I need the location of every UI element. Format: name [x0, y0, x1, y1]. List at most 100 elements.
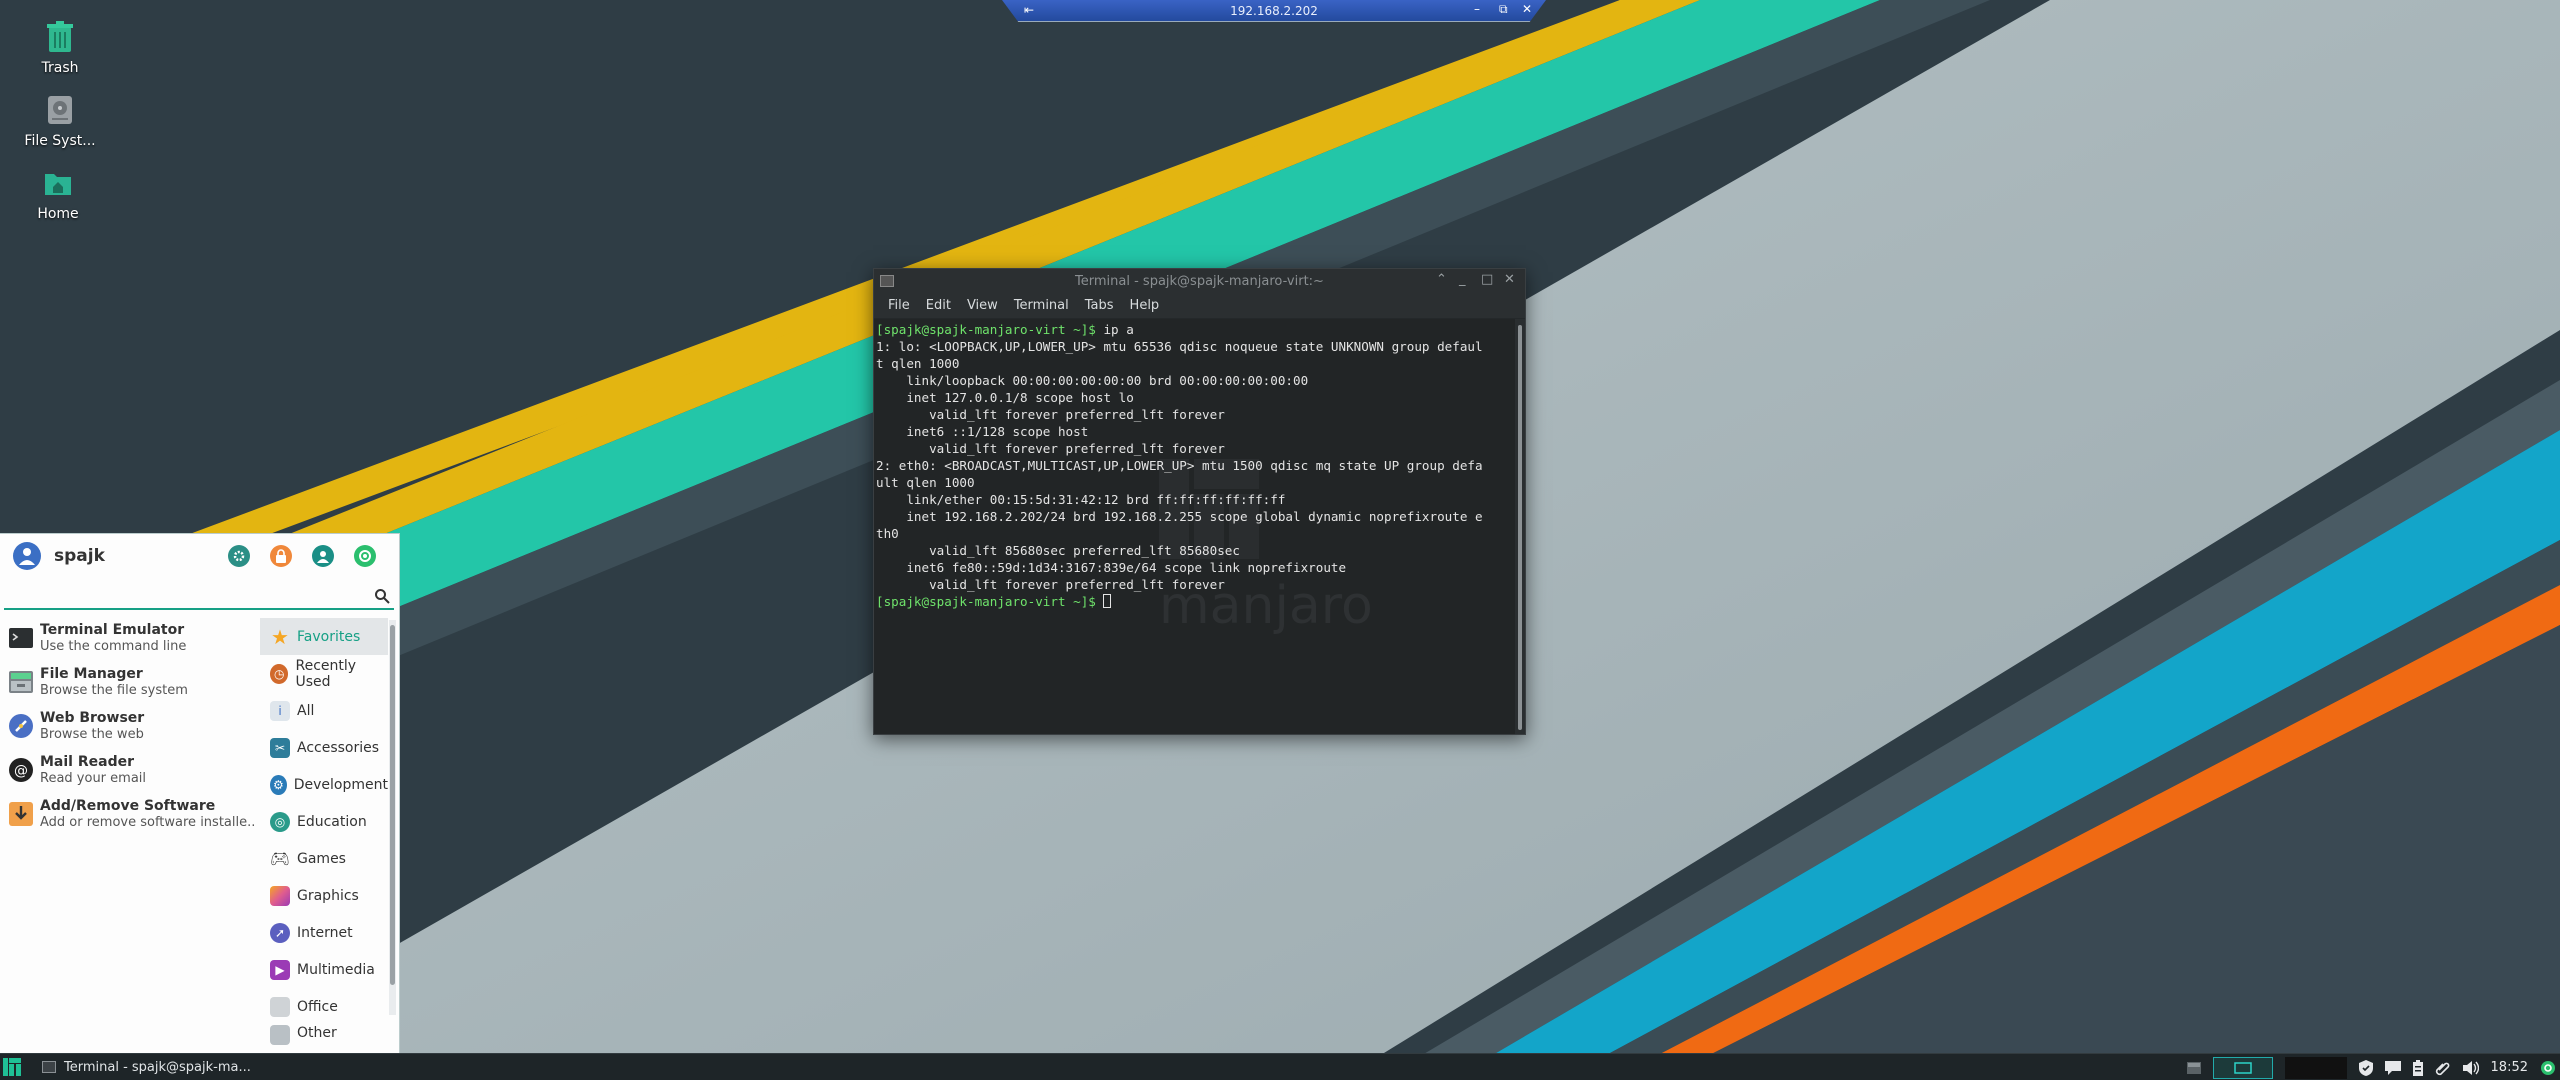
category-label: Accessories	[297, 739, 380, 756]
scrollbar-thumb[interactable]	[390, 625, 395, 985]
app-name: Web Browser	[40, 710, 145, 726]
category-label: Multimedia	[297, 961, 375, 978]
workspace-1[interactable]	[2212, 1056, 2273, 1079]
username: spajk	[54, 546, 105, 566]
list-item[interactable]: @ Mail Reader Read your email	[0, 750, 258, 794]
close-icon[interactable]: ✕	[1522, 2, 1532, 16]
category-games[interactable]: 🎮︎ Games	[260, 840, 388, 877]
switch-user-button[interactable]	[312, 545, 334, 567]
favorites-list: Terminal Emulator Use the command line F…	[0, 618, 258, 838]
menu-terminal[interactable]: Terminal	[1006, 295, 1077, 318]
remote-connection-bar: ⇤ 192.168.2.202 – ⧉ ✕	[1002, 0, 1546, 22]
settings-manager-button[interactable]	[228, 545, 250, 567]
category-scrollbar[interactable]	[389, 620, 396, 1015]
search-icon[interactable]	[374, 588, 390, 604]
svg-text:@: @	[14, 763, 28, 779]
terminal-icon	[9, 628, 33, 648]
category-label: Recently Used	[295, 657, 357, 690]
category-all[interactable]: i All	[260, 692, 388, 729]
avatar	[13, 542, 41, 570]
menu-tabs[interactable]: Tabs	[1077, 295, 1122, 318]
gamepad-icon: 🎮︎	[269, 849, 291, 868]
system-tray: 18:52	[2175, 1054, 2560, 1080]
shell-prompt: [spajk@spajk-manjaro-virt ~]$	[876, 322, 1096, 337]
menu-edit[interactable]: Edit	[918, 295, 959, 318]
shield-icon[interactable]	[2358, 1059, 2373, 1076]
category-label: All	[297, 702, 315, 719]
workspace-2[interactable]	[2284, 1056, 2347, 1079]
restore-icon[interactable]: ⧉	[1499, 2, 1508, 17]
category-accessories[interactable]: ✂ Accessories	[260, 729, 388, 766]
terminal-window[interactable]: Terminal - spajk@spajk-manjaro-virt:~ ⌃ …	[873, 268, 1526, 735]
clock[interactable]: 18:52	[2491, 1060, 2528, 1075]
paperclip-icon[interactable]	[2435, 1060, 2451, 1076]
chat-icon[interactable]	[2384, 1060, 2401, 1075]
category-office[interactable]: Office	[260, 988, 388, 1025]
show-desktop-icon[interactable]	[2186, 1061, 2201, 1074]
app-description: Read your email	[40, 771, 147, 786]
education-icon: ◎	[270, 811, 290, 832]
app-description: Use the command line	[40, 639, 187, 654]
minimize-icon[interactable]: _	[1459, 272, 1466, 287]
desktop-icon-label: Trash	[41, 60, 79, 76]
terminal-menubar: File Edit View Terminal Tabs Help	[874, 295, 1525, 319]
app-name: Terminal Emulator	[40, 622, 185, 638]
list-item[interactable]: Add/Remove Software Add or remove softwa…	[0, 794, 258, 838]
category-favorites[interactable]: ★ Favorites	[260, 618, 388, 655]
desktop-icon-trash[interactable]: Trash	[10, 20, 110, 76]
menu-file[interactable]: File	[880, 295, 918, 318]
category-recently-used[interactable]: ◷ Recently Used	[260, 655, 388, 692]
command-output: 1: lo: <LOOPBACK,UP,LOWER_UP> mtu 65536 …	[876, 339, 1483, 592]
terminal-scrollbar[interactable]	[1515, 319, 1525, 734]
list-item[interactable]: Terminal Emulator Use the command line	[0, 618, 258, 662]
remote-host-address: 192.168.2.202	[1230, 4, 1318, 18]
category-label: Office	[297, 998, 338, 1015]
category-graphics[interactable]: Graphics	[260, 877, 388, 914]
lock-screen-button[interactable]	[270, 545, 292, 567]
category-label: Education	[297, 813, 367, 830]
desktop-icon-home[interactable]: Home	[8, 166, 108, 222]
category-development[interactable]: ⚙ Development	[260, 766, 388, 803]
category-label: Favorites	[297, 628, 361, 645]
category-multimedia[interactable]: ▶ Multimedia	[260, 951, 388, 988]
software-install-icon	[9, 802, 33, 826]
web-browser-icon	[9, 714, 33, 738]
scrollbar-thumb[interactable]	[1518, 325, 1522, 730]
volume-icon[interactable]	[2462, 1060, 2479, 1075]
desktop-icon-filesystem[interactable]: File Syst...	[10, 93, 110, 149]
list-item[interactable]: File Manager Browse the file system	[0, 662, 258, 706]
category-education[interactable]: ◎ Education	[260, 803, 388, 840]
category-label: Internet	[297, 924, 353, 941]
minimize-icon[interactable]: –	[1474, 2, 1480, 16]
desktop-icon-label: File Syst...	[24, 133, 96, 149]
logout-button[interactable]	[354, 545, 376, 567]
shade-icon[interactable]: ⌃	[1436, 272, 1447, 287]
power-icon	[359, 550, 371, 562]
clipboard-icon[interactable]	[2412, 1059, 2423, 1076]
category-other[interactable]: Other	[260, 1025, 388, 1047]
app-name: Mail Reader	[40, 754, 134, 770]
terminal-screen[interactable]: manjaro [spajk@spajk-manjaro-virt ~]$ ip…	[874, 319, 1515, 734]
taskbar-button-terminal[interactable]: Terminal - spajk@spajk-ma...	[36, 1056, 257, 1078]
maximize-icon[interactable]: □	[1481, 272, 1493, 287]
close-icon[interactable]: ✕	[1504, 272, 1515, 287]
menu-help[interactable]: Help	[1122, 295, 1168, 318]
trash-icon	[43, 20, 77, 54]
search-input[interactable]	[4, 584, 394, 610]
category-label: Games	[297, 850, 346, 867]
list-item[interactable]: Web Browser Browse the web	[0, 706, 258, 750]
bottom-panel: Terminal - spajk@spajk-ma... 18:52	[0, 1053, 2560, 1080]
manjaro-menu-icon[interactable]	[3, 1058, 21, 1076]
internet-icon: ➚	[270, 922, 290, 943]
menu-header: spajk	[0, 534, 399, 580]
terminal-titlebar[interactable]: Terminal - spajk@spajk-manjaro-virt:~ ⌃ …	[874, 269, 1525, 295]
app-description: Browse the web	[40, 727, 144, 742]
power-icon[interactable]	[2540, 1060, 2556, 1076]
accessories-icon: ✂	[270, 737, 290, 758]
development-icon: ⚙	[270, 774, 287, 795]
terminal-title: Terminal - spajk@spajk-manjaro-virt:~	[1075, 274, 1324, 289]
category-internet[interactable]: ➚ Internet	[260, 914, 388, 951]
terminal-icon	[42, 1061, 56, 1073]
other-icon	[270, 1025, 290, 1045]
menu-view[interactable]: View	[959, 295, 1006, 318]
